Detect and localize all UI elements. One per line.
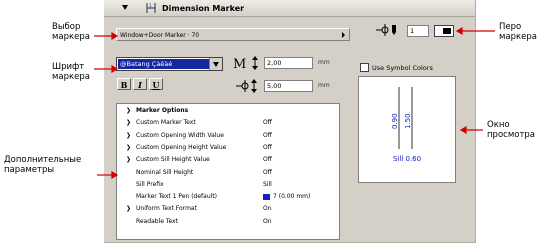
annotation-arrows [94,26,495,180]
